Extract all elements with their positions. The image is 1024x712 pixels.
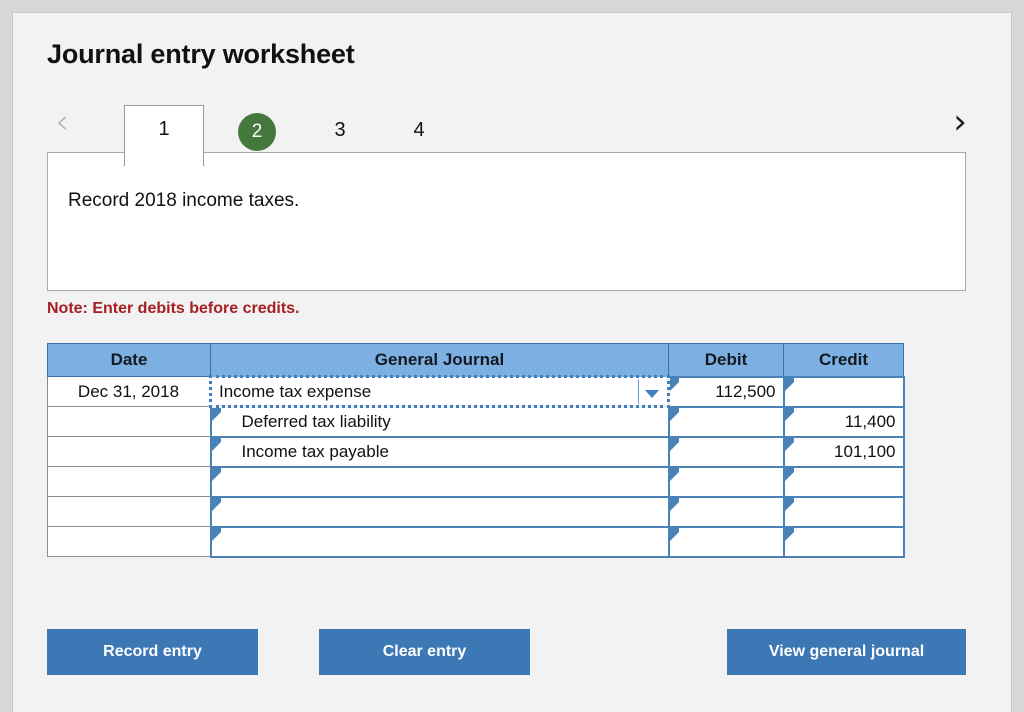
date-cell[interactable] xyxy=(47,466,211,497)
column-header-credit: Credit xyxy=(783,343,904,377)
cell-flag-icon xyxy=(669,467,679,481)
table-row: Deferred tax liability 11,400 xyxy=(47,405,905,438)
account-cell[interactable] xyxy=(209,495,670,528)
account-cell[interactable] xyxy=(209,525,670,558)
credit-value: 11,400 xyxy=(844,411,896,431)
credit-cell[interactable] xyxy=(782,465,905,498)
debit-value: 112,500 xyxy=(715,381,776,401)
table-header-row: Date General Journal Debit Credit xyxy=(47,343,904,377)
account-cell[interactable] xyxy=(209,465,670,498)
cell-flag-icon xyxy=(669,527,679,541)
credit-value: 101,100 xyxy=(834,441,896,461)
cell-flag-icon xyxy=(211,467,221,481)
cell-flag-icon xyxy=(784,497,794,511)
page-title: Journal entry worksheet xyxy=(47,39,355,69)
tab-4[interactable]: 4 xyxy=(402,119,436,142)
cell-flag-icon xyxy=(669,407,679,421)
column-header-general-journal: General Journal xyxy=(210,343,669,377)
cell-flag-icon xyxy=(211,408,221,421)
cell-flag-icon xyxy=(784,527,794,541)
debit-cell[interactable] xyxy=(667,495,785,528)
credit-cell[interactable]: 11,400 xyxy=(782,405,905,438)
account-cell[interactable]: Income tax payable xyxy=(209,435,670,468)
table-row xyxy=(47,495,905,528)
date-cell[interactable] xyxy=(47,496,211,527)
view-general-journal-button[interactable]: View general journal xyxy=(727,629,966,675)
cell-flag-icon xyxy=(670,377,679,391)
description-panel: Record 2018 income taxes. xyxy=(47,152,966,291)
column-header-debit: Debit xyxy=(668,343,784,377)
cell-flag-icon xyxy=(784,467,794,481)
clear-entry-button[interactable]: Clear entry xyxy=(319,629,530,675)
cell-flag-icon xyxy=(211,497,221,511)
debits-before-credits-note: Note: Enter debits before credits. xyxy=(47,300,300,317)
description-text: Record 2018 income taxes. xyxy=(68,190,300,211)
record-entry-button[interactable]: Record entry xyxy=(47,629,258,675)
cell-flag-icon xyxy=(669,497,679,511)
credit-cell[interactable] xyxy=(782,525,905,558)
journal-table-body: Dec 31, 2018 Income tax expense 112,500 Def… xyxy=(47,375,905,558)
account-dropdown[interactable] xyxy=(638,379,665,404)
debit-cell[interactable] xyxy=(667,525,785,558)
column-header-date: Date xyxy=(47,343,211,377)
date-cell[interactable] xyxy=(47,436,211,467)
chevron-down-icon xyxy=(645,390,659,398)
chevron-right-icon[interactable]: › xyxy=(945,105,975,141)
debit-cell[interactable] xyxy=(667,465,785,498)
tab-2-label: 2 xyxy=(251,121,263,142)
date-cell[interactable] xyxy=(47,406,211,437)
account-cell[interactable]: Deferred tax liability xyxy=(209,405,670,438)
journal-table: Date General Journal Debit Credit Dec 31… xyxy=(47,343,905,558)
table-row: Dec 31, 2018 Income tax expense 112,500 xyxy=(47,375,905,408)
cell-flag-icon xyxy=(211,437,221,451)
tab-1[interactable]: 1 xyxy=(124,105,204,166)
date-cell[interactable]: Dec 31, 2018 xyxy=(47,376,211,407)
account-value: Income tax expense xyxy=(219,381,372,401)
debit-cell[interactable] xyxy=(667,435,785,468)
tab-2[interactable]: 2 xyxy=(238,113,276,151)
tab-3[interactable]: 3 xyxy=(323,119,357,142)
cell-flag-icon xyxy=(669,437,679,451)
table-row xyxy=(47,525,905,558)
cell-flag-icon xyxy=(784,377,794,391)
account-cell-selected[interactable]: Income tax expense xyxy=(209,375,670,408)
cell-flag-icon xyxy=(784,407,794,421)
credit-cell[interactable]: 101,100 xyxy=(782,435,905,468)
date-cell[interactable] xyxy=(47,526,211,557)
account-value: Deferred tax liability xyxy=(241,411,391,431)
worksheet-tabstrip: ‹ 1 2 3 4 › xyxy=(13,91,1011,166)
account-value: Income tax payable xyxy=(241,441,389,461)
table-row: Income tax payable 101,100 xyxy=(47,435,905,468)
journal-entry-card: Journal entry worksheet ‹ 1 2 3 4 › Reco… xyxy=(12,12,1012,712)
debit-cell[interactable] xyxy=(667,405,785,438)
chevron-left-icon[interactable]: ‹ xyxy=(47,105,77,141)
credit-cell[interactable] xyxy=(782,495,905,528)
table-row xyxy=(47,465,905,498)
cell-flag-icon xyxy=(784,437,794,451)
debit-cell[interactable]: 112,500 xyxy=(667,375,785,408)
credit-cell[interactable] xyxy=(782,375,905,408)
cell-flag-icon xyxy=(211,527,221,541)
tab-1-label: 1 xyxy=(158,118,170,140)
